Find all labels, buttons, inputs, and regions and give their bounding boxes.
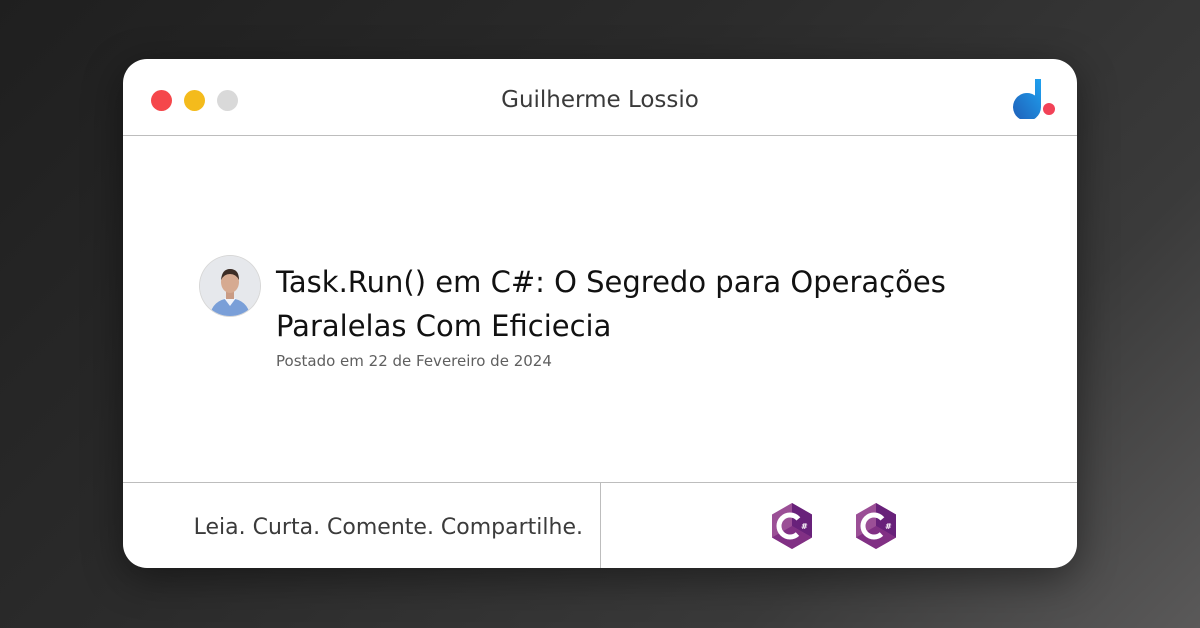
post-card: Guilherme Lossio Task.Run() em C#: O Seg… xyxy=(123,59,1077,568)
avatar[interactable] xyxy=(200,256,260,316)
post-title[interactable]: Task.Run() em C#: O Segredo para Operaçõ… xyxy=(276,260,996,348)
post-content: Task.Run() em C#: O Segredo para Operaçõ… xyxy=(123,136,1077,481)
svg-text:#: # xyxy=(801,522,808,531)
window-titlebar: Guilherme Lossio xyxy=(123,59,1077,136)
post-date: Postado em 22 de Fevereiro de 2024 xyxy=(276,352,552,370)
card-footer: Leia. Curta. Comente. Compartilhe. # # xyxy=(123,482,1077,568)
brand-logo-icon[interactable] xyxy=(1007,77,1059,119)
tagline: Leia. Curta. Comente. Compartilhe. xyxy=(193,515,583,540)
csharp-icon[interactable]: # xyxy=(770,502,814,550)
author-photo-icon xyxy=(200,256,260,316)
footer-divider xyxy=(600,483,601,568)
csharp-icon[interactable]: # xyxy=(854,502,898,550)
svg-text:#: # xyxy=(885,522,892,531)
window-title: Guilherme Lossio xyxy=(501,87,699,113)
